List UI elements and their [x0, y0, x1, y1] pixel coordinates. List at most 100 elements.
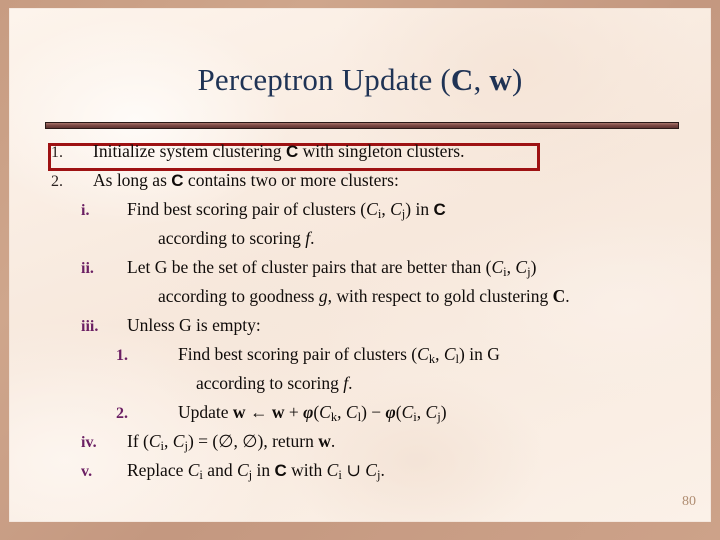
title-comma: ,: [473, 62, 490, 97]
list-item-text: Replace Ci and Cj in C with Ci ∪ Cj.: [127, 460, 686, 481]
symbol-w: w: [232, 402, 246, 422]
text-fragment: ): [440, 402, 447, 422]
symbol-cluster: C: [515, 257, 528, 277]
text-fragment: Find best scoring pair of clusters (: [178, 344, 418, 364]
text-fragment: If (: [127, 431, 149, 451]
text-fragment: according to goodness: [158, 286, 319, 306]
symbol-cluster: C: [345, 402, 358, 422]
text-fragment: .: [380, 460, 385, 480]
text-fragment: ) in G: [459, 344, 500, 364]
symbol-cluster: C: [417, 344, 429, 364]
slide-title: Perceptron Update (C, w): [0, 62, 720, 98]
text-fragment: .: [348, 373, 353, 393]
symbol-cluster: C: [236, 460, 249, 480]
symbol-phi: φ: [385, 402, 396, 422]
list-item-text: Initialize system clustering C with sing…: [93, 141, 686, 161]
symbol-w: w: [271, 402, 285, 422]
list-item-text: If (Ci, Cj) = (∅, ∅), return w.: [127, 431, 686, 452]
symbol-cluster: C: [148, 431, 161, 451]
list-item-continuation: according to scoring f.: [46, 228, 686, 259]
symbol-cluster: C: [491, 257, 504, 277]
text-fragment: with singleton clusters.: [298, 141, 465, 161]
text-fragment: ,: [416, 402, 426, 422]
symbol-cluster: C: [365, 460, 377, 480]
list-item-continuation: according to goodness g, with respect to…: [46, 286, 686, 317]
list-item: 1. Find best scoring pair of clusters (C…: [46, 344, 686, 375]
text-fragment: according to scoring: [158, 228, 306, 248]
symbol-c: C: [433, 200, 446, 219]
symbol-c: C: [171, 171, 184, 190]
text-fragment: ,: [337, 402, 346, 422]
arrow-glyph: ←: [245, 402, 272, 422]
text-fragment: Update: [178, 402, 233, 422]
list-item-text: Find best scoring pair of clusters (Ci, …: [127, 199, 686, 220]
list-marker: 1.: [116, 347, 128, 364]
symbol-cluster: C: [366, 199, 378, 219]
symbol-cluster: C: [443, 344, 456, 364]
symbol-cluster: C: [187, 460, 200, 480]
list-marker: ii.: [81, 260, 94, 277]
text-fragment: Let G be the set of cluster pairs that a…: [127, 257, 492, 277]
title-symbol-c: C: [450, 62, 474, 97]
text-fragment: ) in: [405, 199, 434, 219]
list-item: ii. Let G be the set of cluster pairs th…: [46, 257, 686, 288]
text-fragment: ): [530, 257, 537, 277]
list-marker: 2.: [51, 173, 63, 190]
list-item: 1. Initialize system clustering C with s…: [46, 141, 686, 172]
symbol-g: g: [318, 286, 328, 306]
list-item-text: Let G be the set of cluster pairs that a…: [127, 257, 686, 278]
text-fragment: ,: [164, 431, 173, 451]
title-text-suffix: ): [511, 62, 523, 97]
text-fragment: Initialize system clustering: [93, 141, 286, 161]
list-item-text: Unless G is empty:: [127, 315, 261, 335]
symbol-phi: φ: [303, 402, 314, 422]
list-item: 2. As long as C contains two or more clu…: [46, 170, 686, 201]
title-text-prefix: Perceptron Update (: [197, 62, 451, 97]
text-fragment: .: [330, 431, 336, 451]
symbol-gold-c: C: [552, 286, 566, 306]
list-marker: 2.: [116, 405, 128, 422]
text-fragment: , with respect to gold clustering: [327, 286, 553, 306]
text-fragment: in: [252, 460, 275, 480]
list-marker: i.: [81, 202, 90, 219]
slide-canvas: Perceptron Update (C, w) 1. Initialize s…: [0, 0, 720, 540]
text-fragment: .: [310, 228, 315, 248]
list-item: iii. Unless G is empty:: [46, 315, 686, 346]
symbol-w: w: [318, 431, 331, 451]
text-fragment: As long as: [93, 170, 172, 190]
text-fragment: Replace: [127, 460, 188, 480]
list-item: iv. If (Ci, Cj) = (∅, ∅), return w.: [46, 431, 686, 462]
list-item: i. Find best scoring pair of clusters (C…: [46, 199, 686, 230]
text-fragment: ,: [381, 199, 391, 219]
text-fragment: .: [565, 286, 570, 306]
list-marker: v.: [81, 463, 93, 480]
symbol-c: C: [285, 142, 299, 161]
continuation-text: according to scoring f.: [46, 373, 686, 393]
algorithm-list: 1. Initialize system clustering C with s…: [46, 141, 686, 491]
page-number: 80: [682, 494, 696, 509]
symbol-cluster: C: [319, 402, 331, 422]
symbol-cluster: C: [172, 431, 185, 451]
text-fragment: ,: [435, 344, 444, 364]
text-fragment: ) = (∅, ∅), return: [187, 431, 319, 451]
list-item: v. Replace Ci and Cj in C with Ci ∪ Cj.: [46, 460, 686, 491]
list-marker: iii.: [81, 318, 99, 335]
title-symbol-w: w: [489, 62, 512, 97]
list-item-text: As long as C contains two or more cluste…: [93, 170, 686, 190]
symbol-c: C: [274, 461, 287, 480]
list-item-text: Find best scoring pair of clusters (Ck, …: [178, 344, 686, 365]
title-divider-bar: [45, 122, 679, 129]
continuation-text: according to scoring f.: [46, 228, 686, 248]
symbol-cluster: C: [425, 402, 438, 422]
text-fragment: and: [202, 460, 237, 480]
text-fragment: according to scoring: [196, 373, 344, 393]
list-item-continuation: according to scoring f.: [46, 373, 686, 404]
continuation-text: according to goodness g, with respect to…: [46, 286, 686, 306]
text-fragment: Find best scoring pair of clusters (: [127, 199, 367, 219]
list-item-text: Update w ← w + φ(Ck, Cl) − φ(Ci, Cj): [178, 402, 686, 423]
list-item: 2. Update w ← w + φ(Ck, Cl) − φ(Ci, Cj): [46, 402, 686, 433]
symbol-cluster: C: [326, 460, 339, 480]
text-fragment: with: [286, 460, 327, 480]
list-marker: iv.: [81, 434, 97, 451]
symbol-cluster: C: [401, 402, 414, 422]
